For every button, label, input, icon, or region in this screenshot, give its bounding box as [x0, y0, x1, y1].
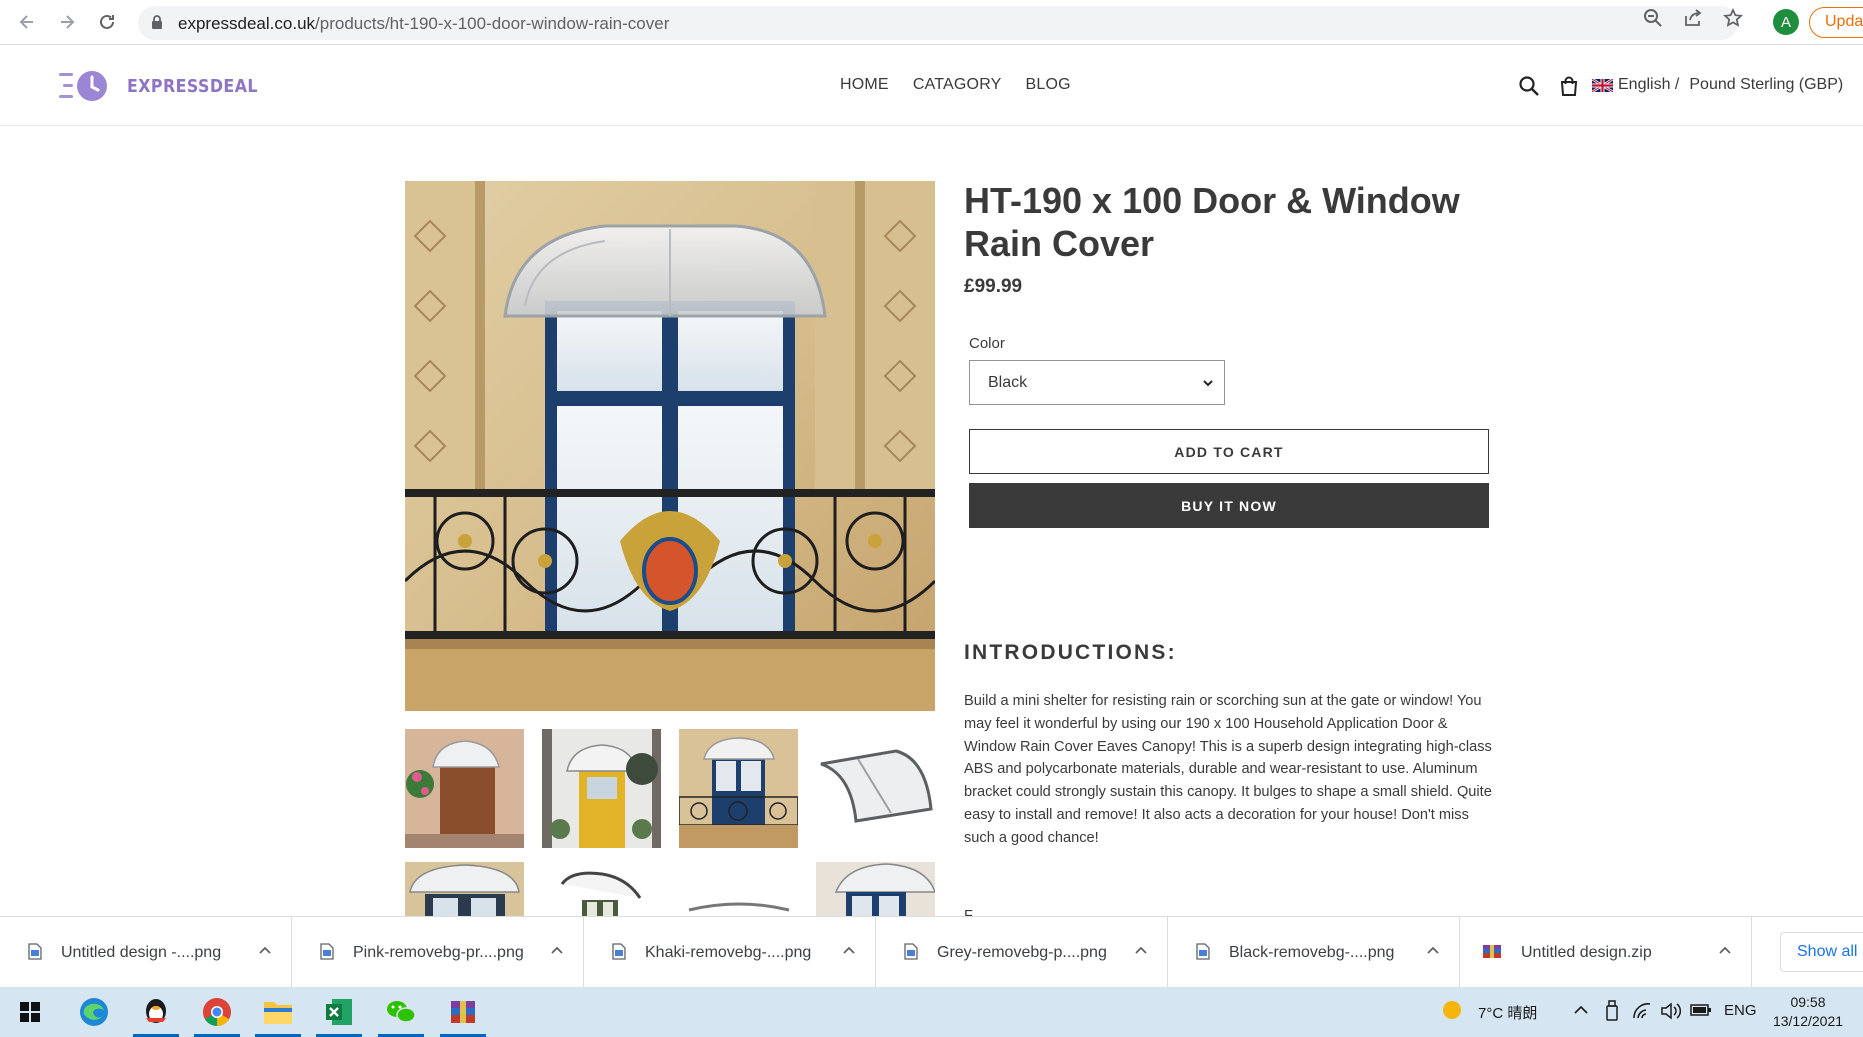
product-main-image[interactable] — [405, 181, 935, 711]
qq-app-icon[interactable] — [130, 987, 182, 1037]
windows-taskbar: 7°C 晴朗 ENG 09:58 13/12/2021 — [0, 987, 1863, 1037]
clock-time: 09:58 — [1790, 994, 1826, 1010]
wifi-icon[interactable] — [1632, 1002, 1652, 1024]
download-filename: Black-removebg-....png — [1229, 944, 1395, 961]
buy-it-now-button[interactable]: BUY IT NOW — [969, 483, 1489, 528]
bookmark-star-icon[interactable] — [1723, 7, 1743, 28]
reload-icon[interactable] — [94, 9, 120, 35]
chevron-up-icon[interactable] — [550, 944, 564, 963]
image-file-icon — [320, 943, 334, 965]
download-item[interactable]: Khaki-removebg-....png — [584, 917, 876, 988]
chrome-browser-icon[interactable] — [191, 987, 243, 1037]
image-file-icon — [904, 943, 918, 965]
image-file-icon — [28, 943, 42, 965]
clock-date: 13/12/2021 — [1772, 1013, 1844, 1029]
chevron-up-icon[interactable] — [842, 944, 856, 963]
chevron-up-icon[interactable] — [1134, 944, 1148, 963]
logo-clock-icon — [59, 69, 119, 103]
url-text[interactable]: expressdeal.co.uk/products/ht-190-x-100-… — [178, 14, 669, 34]
wechat-icon[interactable] — [375, 987, 427, 1037]
thumbnail-4[interactable] — [816, 729, 935, 848]
back-icon[interactable] — [14, 9, 40, 35]
update-button[interactable]: Updat — [1809, 7, 1863, 38]
browser-toolbar: expressdeal.co.uk/products/ht-190-x-100-… — [0, 0, 1863, 45]
image-file-icon — [1196, 943, 1210, 965]
weather-text[interactable]: 7°C 晴朗 — [1478, 1002, 1537, 1023]
search-icon[interactable] — [1518, 75, 1540, 97]
lock-icon — [151, 15, 163, 35]
thumbnail-1[interactable] — [405, 729, 524, 848]
forward-icon[interactable] — [54, 9, 80, 35]
download-filename: Khaki-removebg-....png — [645, 944, 812, 961]
usb-device-icon[interactable] — [1605, 1000, 1619, 1026]
thumbnail-6[interactable] — [542, 862, 661, 916]
product-price: £99.99 — [964, 276, 1023, 297]
windows-start-icon[interactable] — [4, 987, 56, 1037]
winrar-icon[interactable] — [437, 987, 489, 1037]
excel-icon[interactable] — [313, 987, 365, 1037]
color-select[interactable]: Black — [969, 360, 1225, 405]
chevron-down-icon — [1202, 376, 1214, 394]
chevron-up-icon[interactable] — [258, 944, 272, 963]
thumbnail-2[interactable] — [542, 729, 661, 848]
nav-blog[interactable]: BLOG — [1026, 76, 1071, 94]
profile-avatar[interactable]: A — [1773, 9, 1799, 35]
nav-home[interactable]: HOME — [840, 76, 889, 94]
tray-chevron-up-icon[interactable] — [1573, 1002, 1589, 1022]
uk-flag-icon — [1592, 78, 1613, 92]
currency-label[interactable]: Pound Sterling (GBP) — [1689, 76, 1843, 94]
weather-sun-icon[interactable] — [1441, 999, 1463, 1025]
thumbnail-3[interactable] — [679, 729, 798, 848]
color-select-value: Black — [988, 374, 1028, 391]
introductions-heading: INTRODUCTIONS: — [964, 641, 1177, 664]
file-explorer-icon[interactable] — [252, 987, 304, 1037]
thumbnail-8[interactable] — [816, 862, 935, 916]
logo-text: EXPRESSDEAL — [127, 75, 258, 97]
download-filename: Grey-removebg-p....png — [937, 944, 1107, 961]
language-label[interactable]: English / — [1618, 76, 1679, 94]
share-icon[interactable] — [1683, 8, 1703, 28]
download-item[interactable]: Grey-removebg-p....png — [876, 917, 1168, 988]
download-item[interactable]: Pink-removebg-pr....png — [292, 917, 584, 988]
show-all-downloads-button[interactable]: Show all — [1780, 932, 1863, 972]
download-filename: Untitled design.zip — [1521, 944, 1652, 961]
main-navigation: HOME CATAGORY BLOG — [840, 76, 1095, 94]
volume-icon[interactable] — [1660, 1002, 1682, 1024]
site-header: EXPRESSDEAL HOME CATAGORY BLOG English /… — [0, 45, 1863, 126]
image-file-icon — [612, 943, 626, 965]
downloads-shelf: Untitled design -....png Pink-removebg-p… — [0, 916, 1863, 988]
nav-category[interactable]: CATAGORY — [913, 76, 1002, 94]
chevron-up-icon[interactable] — [1718, 944, 1732, 963]
site-logo[interactable]: EXPRESSDEAL — [59, 69, 276, 103]
thumbnail-7[interactable] — [679, 862, 798, 916]
download-filename: Untitled design -....png — [61, 944, 222, 961]
introduction-text: Build a mini shelter for resisting rain … — [964, 693, 1492, 846]
system-clock[interactable]: 09:58 13/12/2021 — [1768, 993, 1848, 1031]
download-filename: Pink-removebg-pr....png — [353, 944, 524, 961]
zoom-icon[interactable] — [1643, 8, 1663, 28]
input-language[interactable]: ENG — [1724, 1002, 1757, 1019]
download-item[interactable]: Black-removebg-....png — [1168, 917, 1460, 988]
cart-icon[interactable] — [1558, 75, 1580, 97]
zip-file-icon — [1482, 943, 1502, 965]
locale-selector[interactable]: English / Pound Sterling (GBP) — [1592, 76, 1843, 94]
chevron-up-icon[interactable] — [1426, 944, 1440, 963]
color-label: Color — [969, 335, 1005, 352]
battery-icon[interactable] — [1690, 1002, 1712, 1022]
product-title: HT-190 x 100 Door & Window Rain Cover — [964, 180, 1460, 264]
download-item[interactable]: Untitled design -....png — [0, 917, 292, 988]
address-bar[interactable]: expressdeal.co.uk/products/ht-190-x-100-… — [138, 6, 1738, 40]
add-to-cart-button[interactable]: ADD TO CART — [969, 429, 1489, 474]
download-item[interactable]: Untitled design.zip — [1460, 917, 1752, 988]
thumbnail-5[interactable] — [405, 862, 524, 916]
edge-browser-icon[interactable] — [68, 987, 120, 1037]
